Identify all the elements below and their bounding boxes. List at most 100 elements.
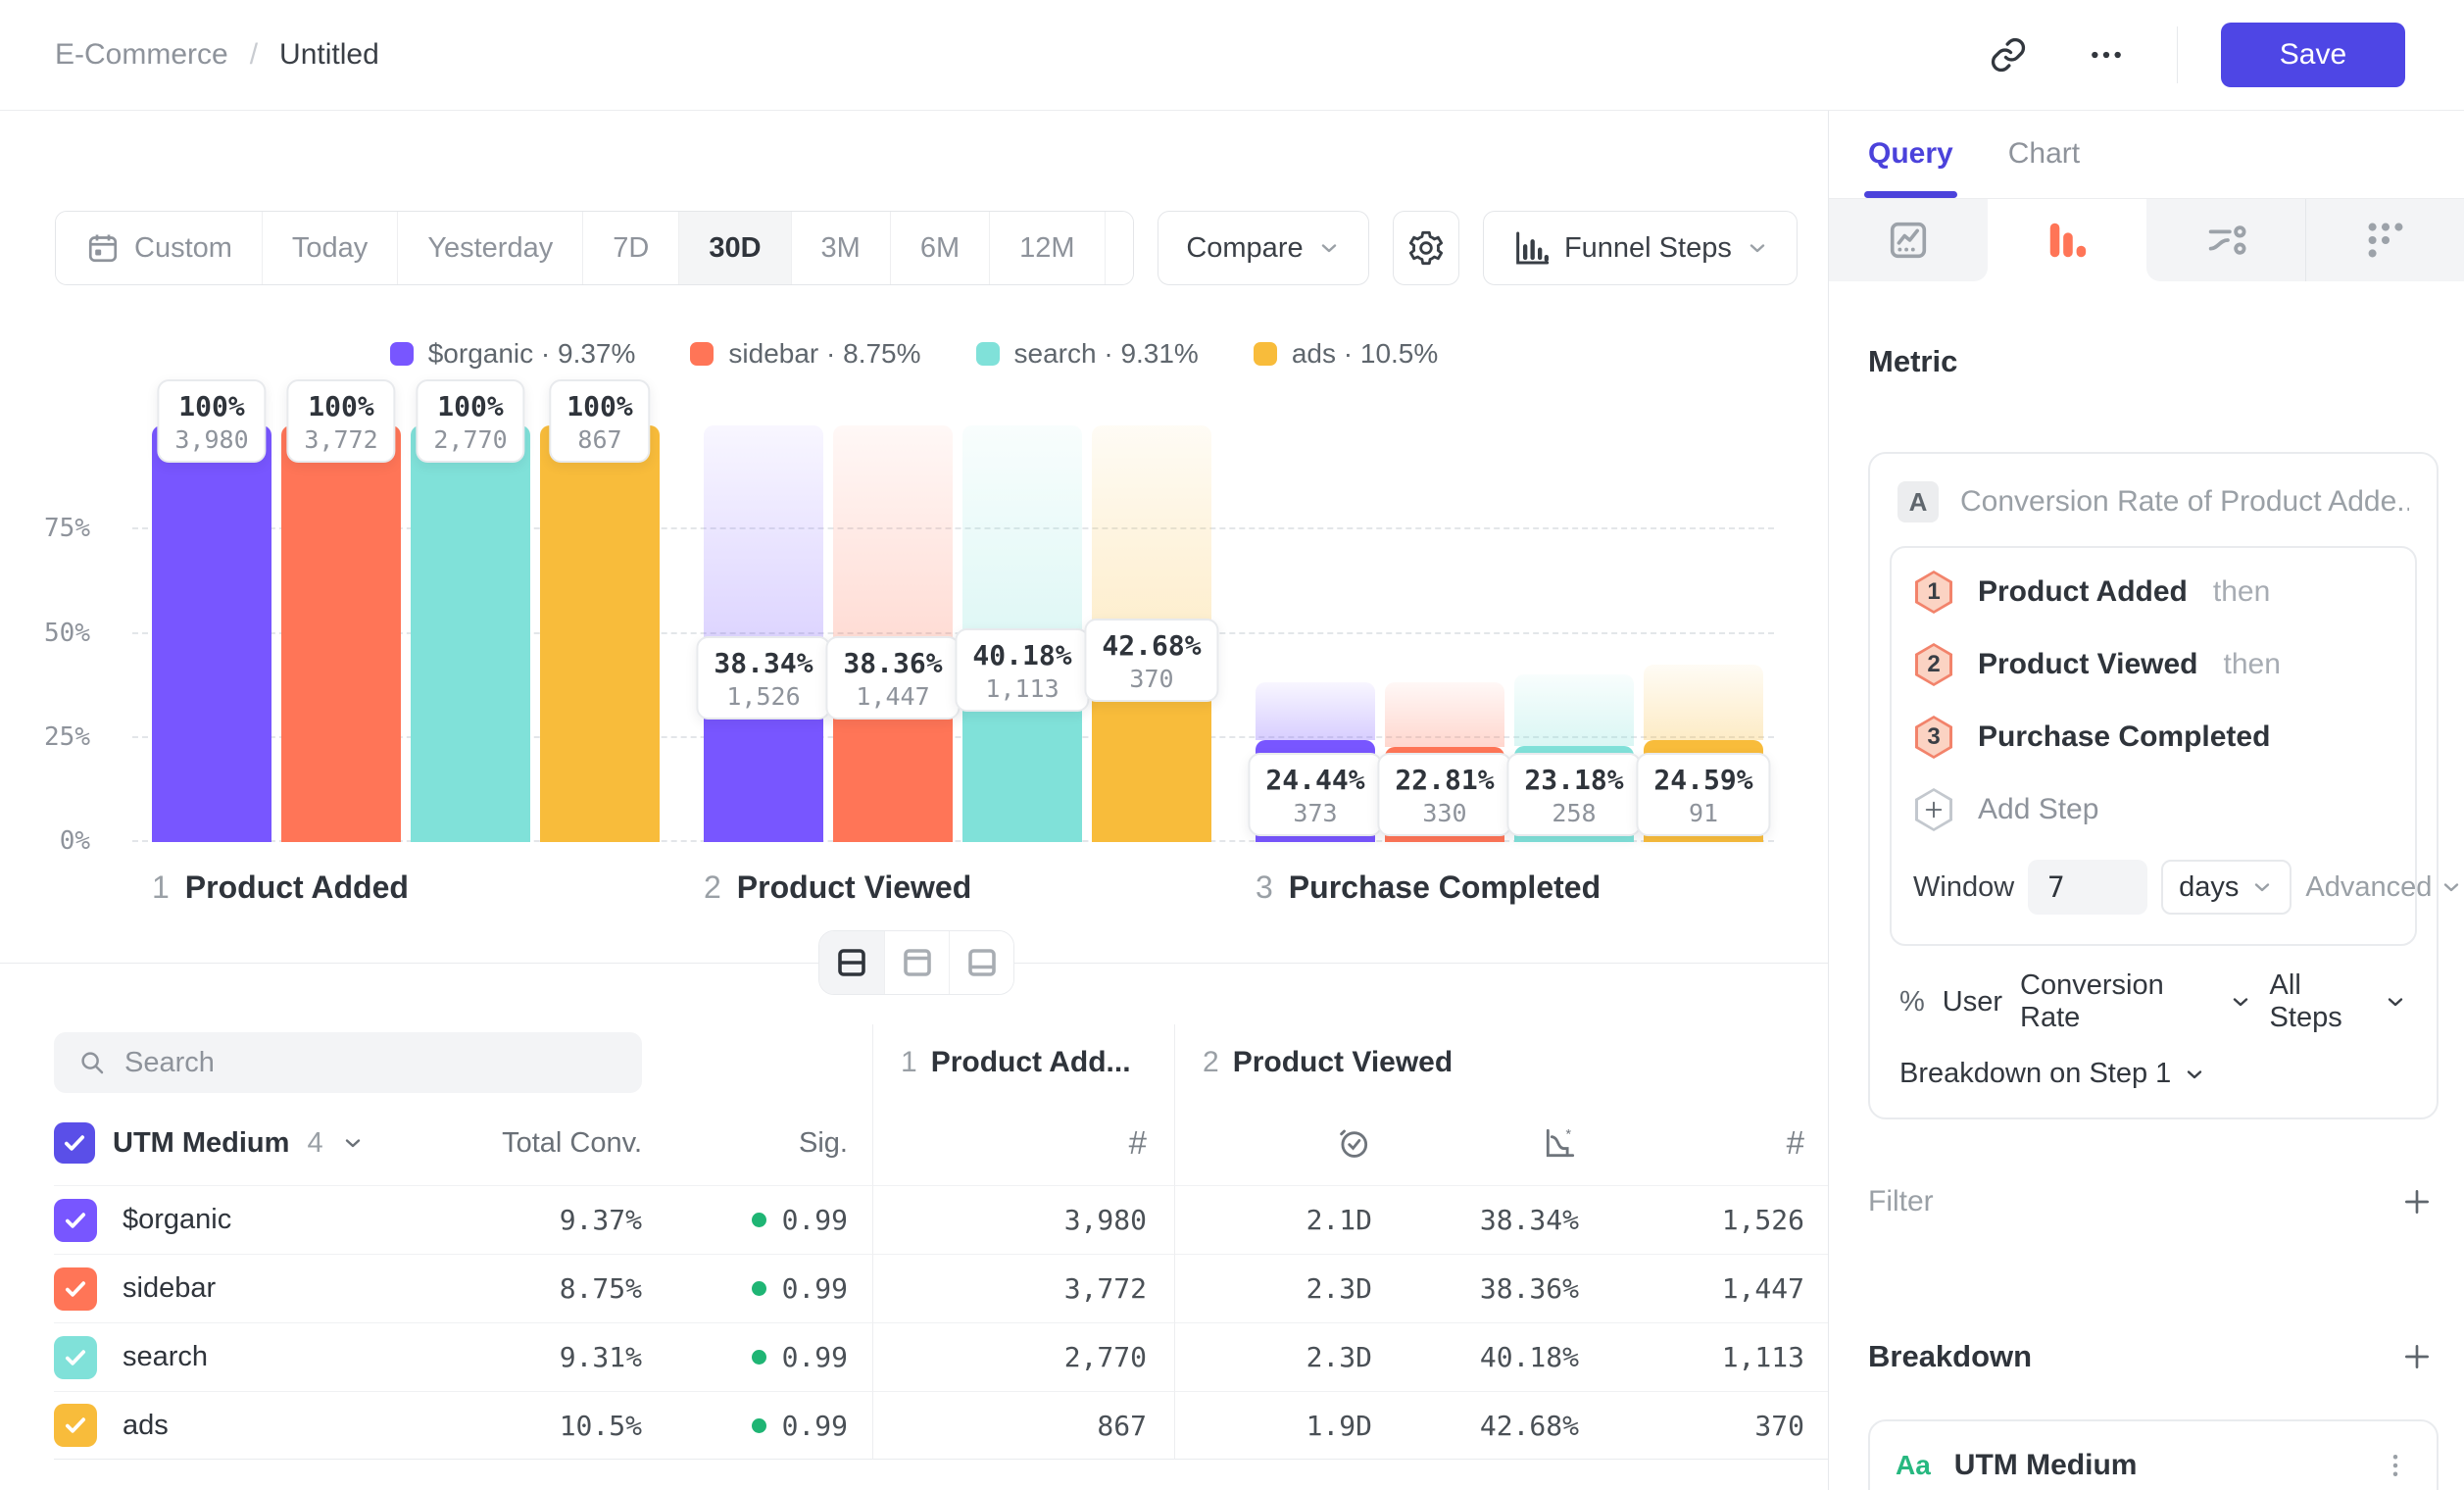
range-xtd[interactable]: XTD [1106,212,1135,284]
more-options-button[interactable] [2079,27,2134,82]
ellipsis-icon [2087,35,2126,74]
range-7d[interactable]: 7D [583,212,679,284]
query-step-row[interactable]: 1Product Addedthen [1892,556,2415,628]
pv-rate-header[interactable] [1392,1101,1602,1185]
step-label[interactable]: 2Product Viewed [704,869,1211,906]
layout-split-button[interactable] [819,931,884,994]
breakdown-item-menu-button[interactable] [2372,1442,2419,1489]
legend-item[interactable]: ads · 10.5% [1254,338,1438,370]
chart-type-insights[interactable] [1829,199,1988,281]
funnel-bar[interactable]: 40.18%1,113 [962,425,1082,842]
legend-label: sidebar · 8.75% [728,338,920,370]
row-checkbox[interactable] [54,1199,97,1242]
table-search[interactable] [54,1032,642,1093]
layout-table-only-button[interactable] [949,931,1013,994]
select-all-checkbox[interactable] [54,1122,95,1164]
funnel-bar[interactable]: 42.68%370 [1092,425,1211,842]
step-number: 1 [152,869,170,905]
pv-time-cell: 1.9D [1174,1391,1392,1460]
chevron-down-icon [2229,990,2252,1014]
legend-item[interactable]: $organic · 9.37% [390,338,636,370]
funnel-bar[interactable]: 100%867 [540,425,660,842]
row-checkbox[interactable] [54,1404,97,1447]
chart-type-flows[interactable] [2146,199,2305,281]
legend-item[interactable]: search · 9.31% [976,338,1199,370]
row-checkbox[interactable] [54,1267,97,1311]
pa-count-cell: 3,772 [872,1254,1174,1322]
pv-count-header[interactable]: # [1602,1101,1828,1185]
pv-count-cell: 1,447 [1602,1254,1828,1322]
save-button[interactable]: Save [2221,23,2405,87]
funnel-bar[interactable]: 100%3,980 [152,425,271,842]
step-label[interactable]: 3Purchase Completed [1256,869,1763,906]
bar-count-label: 1,526 [714,682,813,711]
pa-count-header[interactable]: # [872,1101,1174,1185]
compare-button[interactable]: Compare [1158,211,1368,285]
funnel-bar[interactable]: 38.34%1,526 [704,425,823,842]
report-title[interactable]: Untitled [279,38,379,72]
bar-fill [540,425,660,842]
range-3m[interactable]: 3M [792,212,891,284]
chevron-down-icon [1746,236,1769,260]
range-custom[interactable]: Custom [56,212,263,284]
funnel-bar[interactable]: 100%2,770 [411,425,530,842]
sig-header[interactable]: Sig. [691,1101,872,1185]
range-label: 7D [613,232,649,265]
pv-count-cell: 1,526 [1602,1185,1828,1254]
bar-count-label: 330 [1395,799,1494,827]
measure-scope[interactable]: All Steps [2270,969,2407,1034]
range-30d[interactable]: 30D [679,212,791,284]
funnel-bar[interactable]: 100%3,772 [281,425,401,842]
query-step-row[interactable]: 3Purchase Completed [1892,701,2415,773]
pv-time-header[interactable] [1174,1101,1392,1185]
layout-chart-only-button[interactable] [884,931,949,994]
chevron-down-icon[interactable] [341,1131,365,1155]
breadcrumb-board[interactable]: E-Commerce [55,38,228,72]
range-today[interactable]: Today [263,212,398,284]
tab-query[interactable]: Query [1868,137,1953,198]
funnel-bar[interactable]: 24.44%373 [1256,425,1375,842]
chart-legend: $organic · 9.37% sidebar · 8.75% search · … [0,338,1828,370]
add-step-row[interactable]: Add Step [1892,773,2415,846]
window-value-input[interactable] [2028,860,2147,915]
breakdown-item-card[interactable]: Aa UTM Medium [1868,1419,2439,1490]
add-filter-button[interactable] [2395,1180,2439,1223]
funnel-bar[interactable]: 24.59%91 [1644,425,1763,842]
breakdown-on-step-row[interactable]: Breakdown on Step 1 [1890,1038,2417,1098]
tab-chart[interactable]: Chart [2008,137,2080,198]
search-cell [54,1024,872,1101]
breakdown-table: 1Product Add... 2Product Viewed UTM Medi… [54,1024,1828,1460]
total-conv-header[interactable]: Total Conv. [495,1101,691,1185]
compare-label: Compare [1186,232,1303,265]
step-name: Product Added [185,869,409,905]
range-yesterday[interactable]: Yesterday [398,212,583,284]
query-step-label: Purchase Completed [1978,720,2270,754]
sig-dot [752,1418,766,1433]
add-breakdown-button[interactable] [2395,1335,2439,1378]
measure-entity[interactable]: User [1943,986,2002,1018]
copy-link-button[interactable] [1981,27,2036,82]
range-12m[interactable]: 12M [990,212,1105,284]
chart-type-retention[interactable] [2305,199,2464,281]
window-unit-select[interactable]: days [2161,860,2292,915]
step-label[interactable]: 1 Product Added [152,869,660,906]
chart-settings-button[interactable] [1393,211,1459,285]
range-6m[interactable]: 6M [891,212,990,284]
bar-pct-label: 23.18% [1524,764,1623,796]
funnel-bar[interactable]: 38.36%1,447 [833,425,953,842]
measure-metric-label: Conversion Rate [2020,969,2219,1034]
funnel-bar[interactable]: 22.81%330 [1385,425,1504,842]
bar-value-badge: 23.18%258 [1506,753,1641,836]
breakdown-property-name[interactable]: UTM Medium [113,1127,289,1160]
query-step-row[interactable]: 2Product Viewedthen [1892,628,2415,701]
measure-metric[interactable]: Conversion Rate [2020,969,2252,1034]
row-checkbox[interactable] [54,1336,97,1379]
chart-type-funnels[interactable] [1988,199,2146,281]
legend-item[interactable]: sidebar · 8.75% [690,338,920,370]
advanced-toggle[interactable]: Advanced [2305,871,2463,904]
search-input[interactable] [124,1047,618,1079]
metric-title-row[interactable]: A Conversion Rate of Product Adde... [1890,477,2417,546]
funnel-bar[interactable]: 23.18%258 [1514,425,1634,842]
view-selector-label: Funnel Steps [1564,232,1732,265]
view-selector-button[interactable]: Funnel Steps [1483,211,1798,285]
